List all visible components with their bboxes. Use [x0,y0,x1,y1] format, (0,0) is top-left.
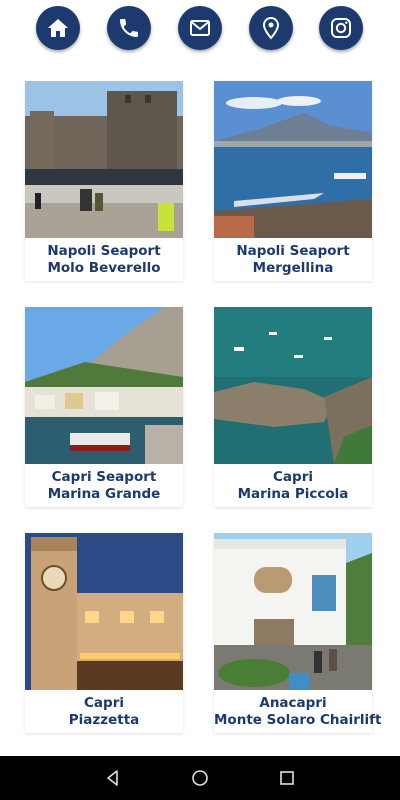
location-card-marina-grande[interactable]: Capri Seaport Marina Grande [25,307,183,507]
location-title: Capri Seaport Marina Grande [25,469,183,503]
location-card-mergellina[interactable]: Napoli Seaport Mergellina [214,81,372,281]
location-card-piazzetta[interactable]: Capri Piazzetta [25,533,183,733]
location-title: Capri Piazzetta [25,695,183,729]
phone-icon [120,19,138,37]
location-title-line2: Piazzetta [68,712,140,728]
location-title-line2: Molo Beverello [47,260,161,276]
top-action-bar [0,0,400,60]
instagram-icon [331,18,351,38]
back-button[interactable] [101,766,125,790]
location-image [214,307,372,464]
location-title: Anacapri Monte Solaro Chairlift [214,695,382,729]
home-circle-icon [192,770,208,786]
location-title-line2: Monte Solaro Chairlift [214,712,382,728]
mail-icon [190,20,210,36]
mail-button[interactable] [178,6,222,50]
location-title: Napoli Seaport Mergellina [214,243,372,277]
system-home-button[interactable] [188,766,212,790]
location-card-monte-solaro-chairlift[interactable]: Anacapri Monte Solaro Chairlift [214,533,382,733]
location-image [25,307,183,464]
back-icon [107,770,119,786]
phone-button[interactable] [107,6,151,50]
location-title-line1: Capri [273,469,313,485]
location-image [214,533,372,690]
recents-button[interactable] [275,766,299,790]
location-title-line2: Marina Piccola [237,486,349,502]
location-pin-icon [262,16,280,40]
location-title-line1: Capri Seaport [51,469,157,485]
location-button[interactable] [249,6,293,50]
location-title-line1: Anacapri [259,695,327,711]
home-icon [48,19,68,37]
location-title-line1: Capri [84,695,124,711]
recents-icon [279,771,294,785]
location-card-marina-piccola[interactable]: Capri Marina Piccola [214,307,372,507]
instagram-button[interactable] [319,6,363,50]
location-title-line1: Napoli Seaport [236,243,350,259]
home-button[interactable] [36,6,80,50]
location-card-molo-beverello[interactable]: Napoli Seaport Molo Beverello [25,81,183,281]
location-title-line2: Marina Grande [47,486,161,502]
location-title: Napoli Seaport Molo Beverello [25,243,183,277]
location-image [214,81,372,238]
location-title-line1: Napoli Seaport [47,243,161,259]
system-navigation-bar [0,756,400,800]
location-title-line2: Mergellina [252,260,334,276]
location-title: Capri Marina Piccola [214,469,372,503]
location-image [25,533,183,690]
location-image [25,81,183,238]
